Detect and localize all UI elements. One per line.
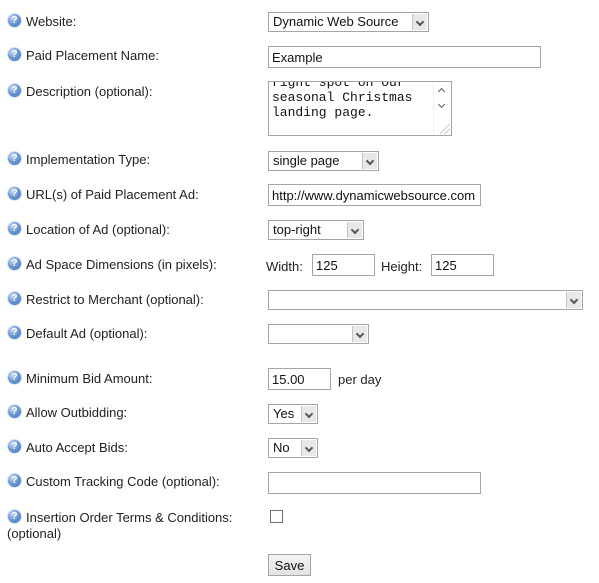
- resize-grip-icon[interactable]: [440, 124, 450, 134]
- help-icon[interactable]: ?: [8, 152, 21, 165]
- min-bid-input[interactable]: [268, 368, 331, 390]
- terms-label-wrap: ? Insertion Order Terms & Conditions:: [8, 510, 232, 525]
- scroll-up-icon[interactable]: [437, 87, 446, 96]
- description-text: right spot on our seasonal Christmas lan…: [272, 81, 413, 120]
- tracking-label-wrap: ? Custom Tracking Code (optional):: [8, 474, 220, 489]
- url-label-wrap: ? URL(s) of Paid Placement Ad:: [8, 187, 199, 202]
- height-input[interactable]: [431, 254, 494, 276]
- min-bid-label: Minimum Bid Amount:: [26, 371, 153, 386]
- help-icon[interactable]: ?: [8, 222, 21, 235]
- chevron-down-icon: [301, 406, 316, 422]
- help-icon[interactable]: ?: [8, 405, 21, 418]
- height-label: Height:: [381, 259, 423, 274]
- outbidding-select-value: Yes: [273, 406, 295, 421]
- default-ad-label-wrap: ? Default Ad (optional):: [8, 326, 147, 341]
- help-icon[interactable]: ?: [8, 371, 21, 384]
- name-label-wrap: ? Paid Placement Name:: [8, 48, 159, 63]
- placement-name-input[interactable]: [268, 46, 541, 68]
- help-icon[interactable]: ?: [8, 292, 21, 305]
- tracking-label: Custom Tracking Code (optional):: [26, 474, 220, 489]
- website-label-wrap: ? Website:: [8, 14, 76, 29]
- description-label-wrap: ? Description (optional):: [8, 84, 152, 99]
- auto-accept-label-wrap: ? Auto Accept Bids:: [8, 440, 128, 455]
- chevron-down-icon: [566, 292, 581, 308]
- auto-accept-select[interactable]: No: [268, 438, 318, 458]
- terms-label-optional: (optional): [7, 526, 62, 541]
- help-icon[interactable]: ?: [8, 326, 21, 339]
- outbidding-label-wrap: ? Allow Outbidding:: [8, 405, 127, 420]
- width-label: Width:: [266, 259, 303, 274]
- chevron-down-icon: [362, 153, 377, 169]
- merchant-label-wrap: ? Restrict to Merchant (optional):: [8, 292, 204, 307]
- terms-label: Insertion Order Terms & Conditions:: [26, 510, 233, 525]
- website-select[interactable]: Dynamic Web Source: [268, 12, 429, 32]
- help-icon[interactable]: ?: [8, 474, 21, 487]
- help-icon[interactable]: ?: [8, 48, 21, 61]
- help-icon[interactable]: ?: [8, 187, 21, 200]
- help-icon[interactable]: ?: [8, 510, 21, 523]
- help-icon[interactable]: ?: [8, 84, 21, 97]
- description-textarea[interactable]: right spot on our seasonal Christmas lan…: [268, 81, 452, 136]
- merchant-label: Restrict to Merchant (optional):: [26, 292, 204, 307]
- help-icon[interactable]: ?: [8, 257, 21, 270]
- description-label: Description (optional):: [26, 84, 153, 99]
- location-select[interactable]: top-right: [268, 220, 364, 240]
- chevron-down-icon: [347, 222, 362, 238]
- per-day-label: per day: [338, 372, 382, 387]
- chevron-down-icon: [352, 326, 367, 342]
- scroll-down-icon[interactable]: [437, 100, 446, 109]
- url-label: URL(s) of Paid Placement Ad:: [26, 187, 199, 202]
- location-select-value: top-right: [273, 222, 321, 237]
- chevron-down-icon: [301, 440, 316, 456]
- implementation-label-wrap: ? Implementation Type:: [8, 152, 150, 167]
- help-icon[interactable]: ?: [8, 440, 21, 453]
- default-ad-label: Default Ad (optional):: [26, 326, 148, 341]
- width-input[interactable]: [312, 254, 375, 276]
- default-ad-select[interactable]: [268, 324, 369, 344]
- tracking-code-input[interactable]: [268, 472, 481, 494]
- chevron-down-icon: [412, 14, 427, 30]
- help-icon[interactable]: ?: [8, 14, 21, 27]
- implementation-select-value: single page: [273, 153, 340, 168]
- website-select-value: Dynamic Web Source: [273, 14, 399, 29]
- outbidding-select[interactable]: Yes: [268, 404, 318, 424]
- location-label-wrap: ? Location of Ad (optional):: [8, 222, 170, 237]
- save-button[interactable]: Save: [268, 554, 311, 576]
- location-label: Location of Ad (optional):: [26, 222, 170, 237]
- dimensions-label-wrap: ? Ad Space Dimensions (in pixels):: [8, 257, 217, 272]
- auto-accept-label: Auto Accept Bids:: [26, 440, 128, 455]
- outbidding-label: Allow Outbidding:: [26, 405, 128, 420]
- implementation-select[interactable]: single page: [268, 151, 379, 171]
- dimensions-label: Ad Space Dimensions (in pixels):: [26, 257, 217, 272]
- textarea-scrollbar[interactable]: [433, 82, 451, 135]
- terms-checkbox[interactable]: [270, 510, 283, 523]
- merchant-select[interactable]: [268, 290, 583, 310]
- implementation-label: Implementation Type:: [26, 152, 151, 167]
- min-bid-label-wrap: ? Minimum Bid Amount:: [8, 371, 152, 386]
- website-label: Website:: [26, 14, 77, 29]
- name-label: Paid Placement Name:: [26, 48, 159, 63]
- ad-url-input[interactable]: [268, 184, 481, 206]
- auto-accept-select-value: No: [273, 440, 290, 455]
